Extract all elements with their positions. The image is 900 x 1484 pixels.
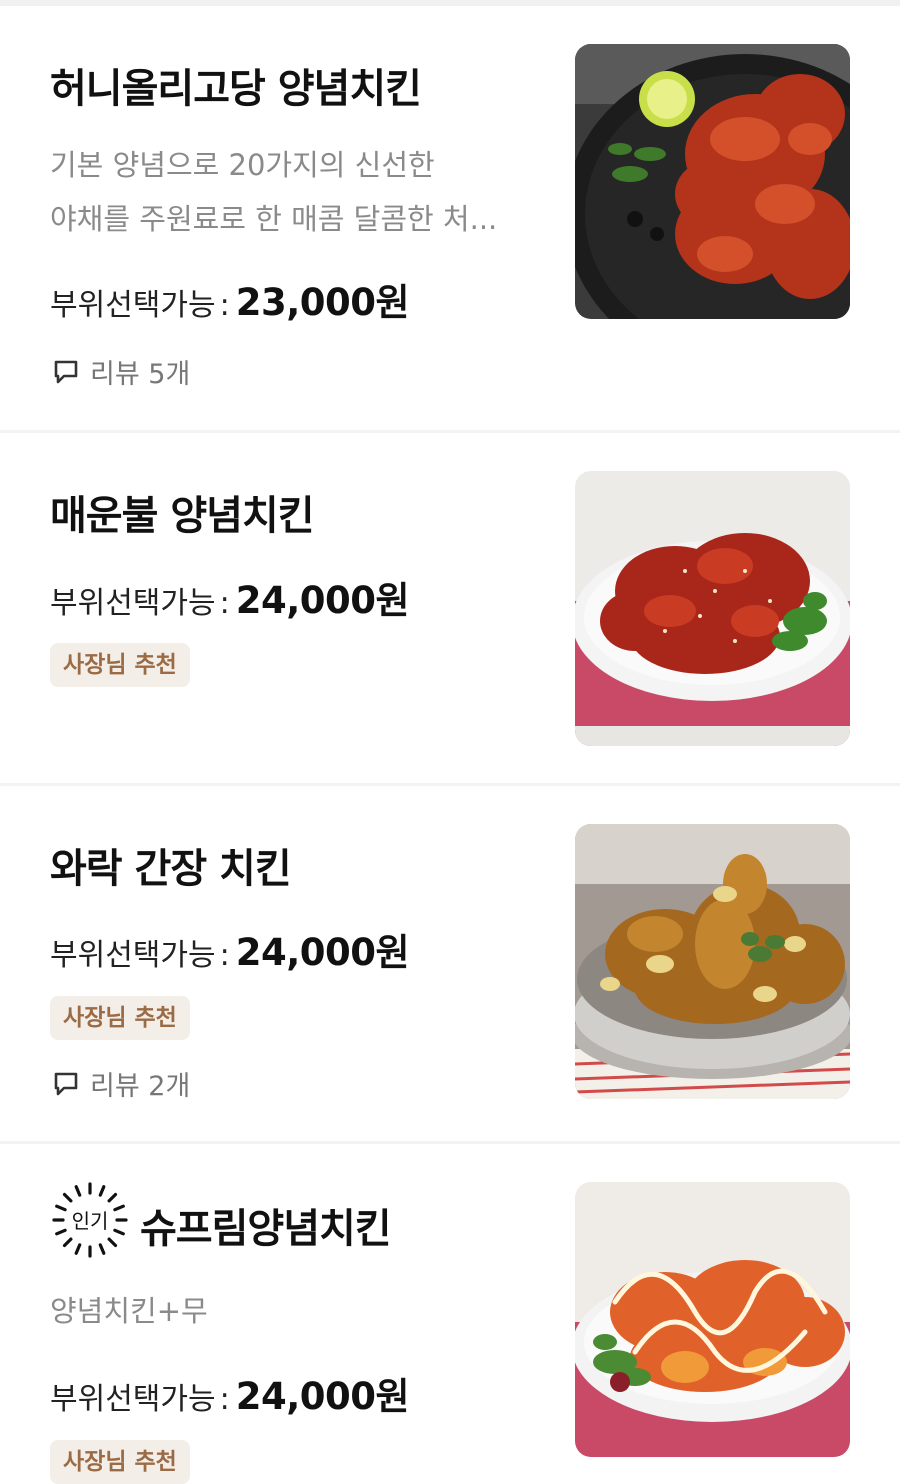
- owner-recommend-badge: 사장님 추천: [50, 996, 190, 1040]
- honey-chicken-image: [575, 44, 850, 319]
- sunburst-icon: 인기: [52, 1182, 128, 1258]
- menu-item-price-row: 부위선택가능:24,000원: [50, 570, 410, 624]
- menu-item-name: 허니올리고당 양념치킨: [50, 66, 422, 112]
- speech-bubble-icon: [54, 1072, 78, 1095]
- price-prefix: 부위선택가능: [50, 938, 216, 973]
- menu-item-maeunbul[interactable]: 매운불 양념치킨 부위선택가능:24,000원 사장님 추천: [0, 433, 900, 783]
- menu-item-honey-oligo[interactable]: 허니올리고당 양념치킨 기본 양념으로 20가지의 신선한 야채를 주원료로 한…: [0, 6, 900, 430]
- owner-recommend-badge: 사장님 추천: [50, 1440, 190, 1484]
- menu-item-price: 23,000원: [235, 281, 410, 324]
- review-count[interactable]: 리뷰 5개: [52, 352, 190, 391]
- price-prefix: 부위선택가능: [50, 288, 216, 323]
- price-separator: :: [219, 1382, 230, 1417]
- menu-item-price: 24,000원: [235, 1375, 410, 1418]
- menu-item-name: 매운불 양념치킨: [50, 493, 315, 539]
- price-prefix: 부위선택가능: [50, 586, 216, 621]
- price-separator: :: [219, 938, 230, 973]
- description-line-2: 야채를 주원료로 한 매콤 달콤한 처...: [50, 202, 498, 236]
- menu-item-price: 24,000원: [235, 579, 410, 622]
- menu-item-price-row: 부위선택가능:24,000원: [50, 1366, 410, 1420]
- popular-label: 인기: [72, 1209, 109, 1233]
- spicy-chicken-image: [575, 471, 850, 746]
- menu-item-price: 24,000원: [235, 931, 410, 974]
- review-count-label: 리뷰 5개: [90, 359, 191, 390]
- price-separator: :: [219, 288, 230, 323]
- supreme-chicken-image: [575, 1182, 850, 1457]
- description-line-1: 양념치킨+무: [50, 1294, 208, 1328]
- price-prefix: 부위선택가능: [50, 1382, 216, 1417]
- price-separator: :: [219, 586, 230, 621]
- popular-badge: 인기: [50, 1180, 130, 1260]
- review-count[interactable]: 리뷰 2개: [52, 1064, 190, 1103]
- menu-item-name: 와락 간장 치킨: [50, 846, 292, 892]
- soy-chicken-image: [575, 824, 850, 1099]
- menu-item-warak-soy[interactable]: 와락 간장 치킨 부위선택가능:24,000원 사장님 추천 리뷰 2개: [0, 786, 900, 1141]
- review-count-label: 리뷰 2개: [90, 1071, 191, 1102]
- speech-bubble-icon: [54, 360, 78, 383]
- menu-item-price-row: 부위선택가능:24,000원: [50, 922, 410, 976]
- menu-item-supreme[interactable]: 인기 슈프림양념치킨 양념치킨+무 부위선택가능:24,000원 사장님 추천: [0, 1144, 900, 1484]
- menu-item-description: 기본 양념으로 20가지의 신선한 야채를 주원료로 한 매콤 달콤한 처...: [50, 138, 540, 246]
- menu-item-description: 양념치킨+무: [50, 1284, 540, 1338]
- owner-recommend-badge: 사장님 추천: [50, 643, 190, 687]
- description-line-1: 기본 양념으로 20가지의 신선한: [50, 148, 435, 182]
- menu-item-price-row: 부위선택가능:23,000원: [50, 272, 410, 326]
- menu-item-name: 슈프림양념치킨: [140, 1206, 392, 1252]
